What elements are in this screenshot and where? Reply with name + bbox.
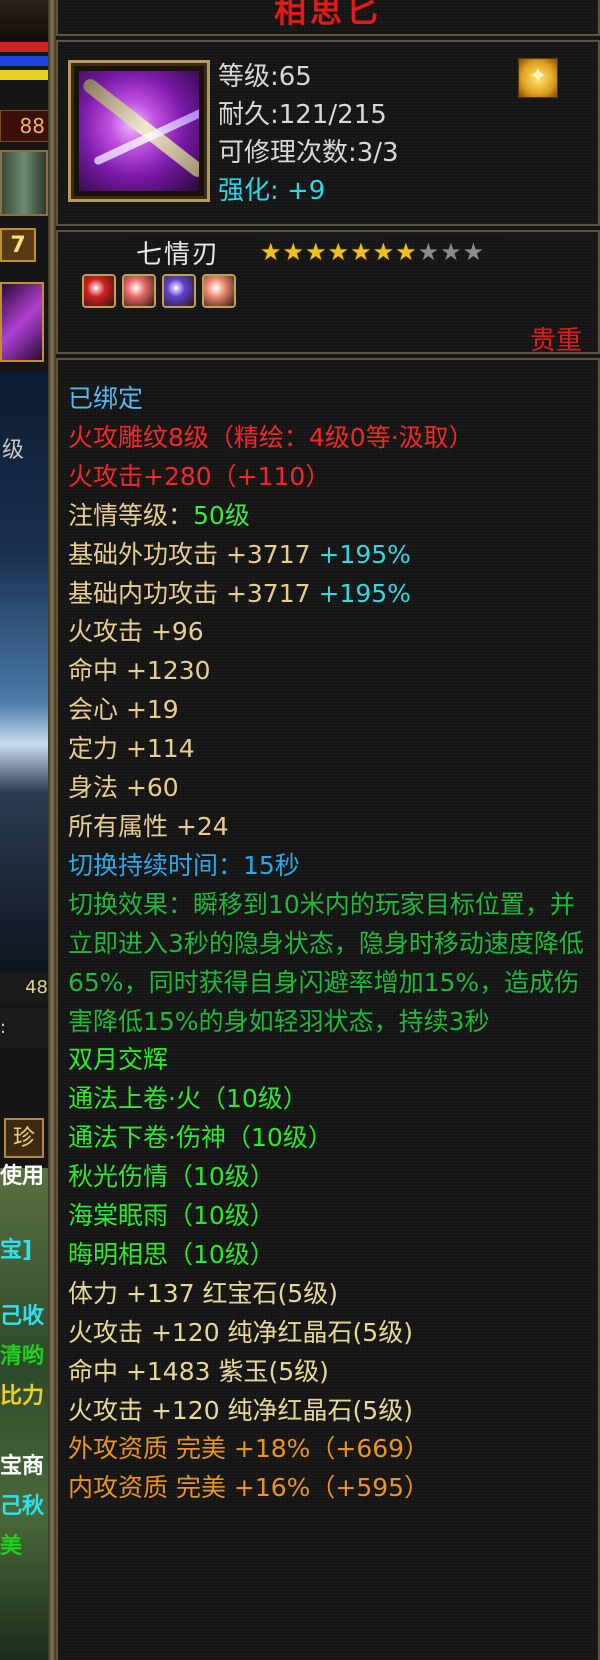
panel-divider <box>48 0 56 1660</box>
stat-label: 基础外功攻击 +3717 <box>68 539 319 569</box>
mp-bar <box>0 56 48 66</box>
star-icon: ★ <box>282 238 306 266</box>
gold-emblem-icon: ✦ <box>518 58 558 98</box>
weapon-slot-icon[interactable] <box>0 282 44 362</box>
map-text: 比力 <box>0 1384 45 1409</box>
rarity-label: 贵重 <box>529 326 582 356</box>
hp-bar <box>0 42 48 52</box>
stat-line: 命中 +1483 紫玉(5级) <box>68 1356 329 1386</box>
stat-line: 火攻雕纹8级（精绘：4级0等·汲取） <box>68 422 474 452</box>
stat-line: 体力 +137 红宝石(5级) <box>68 1278 338 1308</box>
stat-line: 基础外功攻击 +3717 +195% <box>68 536 598 575</box>
stat-line: 切换效果：瞬移到10米内的玩家目标位置，并立即进入3秒的隐身状态，隐身时移动速度… <box>68 889 584 1036</box>
stat-value: +195% <box>318 539 411 569</box>
stat-line: 内攻资质 完美 +16%（+595） <box>68 1473 430 1503</box>
pink-gem-icon <box>202 274 236 308</box>
stat-row-2: : <box>0 1008 48 1048</box>
stat-line: 注情等级：50级 <box>68 497 598 536</box>
item-level: 等级:65 <box>218 62 312 92</box>
item-tooltip: 相思匕 等级:65 耐久:121/215 可修理次数:3/3 强化: +9 ✦ … <box>56 0 600 1660</box>
map-text: 使用 <box>0 1164 45 1189</box>
star-icon: ★ <box>395 238 418 266</box>
gem-slots <box>82 274 242 312</box>
stat-line: 秋光伤情（10级） <box>68 1162 275 1192</box>
star-icon: ★ <box>305 238 328 266</box>
hotkey-button[interactable]: 7 <box>0 228 36 262</box>
stat-line: 晦明相思（10级） <box>68 1239 275 1269</box>
item-name: 七情刃 <box>136 240 221 270</box>
treasure-tab[interactable]: 珍 <box>4 1118 44 1158</box>
stat-line: 双月交辉 <box>68 1045 169 1075</box>
status-bars <box>0 42 48 84</box>
party-portraits[interactable] <box>0 150 48 216</box>
scene-text: 级 <box>2 438 25 463</box>
stat-line: 会心 +19 <box>68 695 179 725</box>
red-gem-icon <box>82 274 116 308</box>
minimap[interactable]: 使用 宝] 己收 清哟 比力 宝商 己秋 美 <box>0 1164 48 1660</box>
stats-section: 已绑定火攻雕纹8级（精绘：4级0等·汲取） 火攻击+280（+110） 注情等级：5… <box>56 358 600 1660</box>
stat-line: 已绑定 <box>68 384 144 413</box>
stat-line: 基础内功攻击 +3717 +195% <box>68 575 598 614</box>
info-section: 等级:65 耐久:121/215 可修理次数:3/3 强化: +9 ✦ <box>56 40 600 226</box>
game-side-strip: 88 7 级 48 : 珍 使用 宝] 己收 清哟 比力 宝商 己秋 美 <box>0 0 48 1660</box>
star-icon: ★ <box>327 238 351 266</box>
name-section: 七情刃 ★★★★★★★★★★ 贵重 <box>56 230 600 356</box>
item-repairs: 可修理次数:3/3 <box>218 138 399 168</box>
stat-line: 定力 +114 <box>68 734 195 764</box>
star-icon: ★ <box>260 238 283 266</box>
pink-gem-icon <box>122 274 156 308</box>
star-icon: ★ <box>462 238 486 266</box>
dagger-icon <box>79 71 199 191</box>
purple-gem-icon <box>162 274 196 308</box>
stat-line: 外攻资质 完美 +18%（+669） <box>68 1434 430 1464</box>
map-text: 美 <box>0 1534 23 1559</box>
map-text: 己收 <box>0 1304 45 1329</box>
item-enhance: 强化: +9 <box>218 176 326 206</box>
item-title: 相思匕 <box>273 0 382 30</box>
map-text: 宝] <box>0 1238 33 1263</box>
side-frame-top <box>0 0 48 40</box>
stat-line: 命中 +1230 <box>68 656 211 686</box>
map-text: 清哟 <box>0 1344 45 1369</box>
game-scene[interactable]: 级 <box>0 372 48 972</box>
item-durability: 耐久:121/215 <box>218 100 387 130</box>
stat-line: 通法下卷·伤神（10级） <box>68 1123 333 1153</box>
stat-line: 火攻击 +120 纯净红晶石(5级) <box>68 1317 413 1347</box>
stat-line: 所有属性 +24 <box>68 811 229 841</box>
stat-value: 50级 <box>193 500 250 530</box>
stat-line: 身法 +60 <box>68 773 179 803</box>
map-text: 宝商 <box>0 1454 45 1479</box>
star-icon: ★ <box>372 238 396 266</box>
stat-row: 48 <box>0 972 48 1004</box>
star-rating: ★★★★★★★★★★ <box>260 238 485 266</box>
title-section: 相思匕 <box>56 0 600 36</box>
stat-line: 火攻击 +96 <box>68 617 204 647</box>
star-icon: ★ <box>417 238 441 266</box>
item-icon <box>68 60 210 202</box>
stat-label: 基础内功攻击 +3717 <box>68 578 319 608</box>
player-level: 88 <box>0 110 48 142</box>
stat-value: +195% <box>318 578 411 608</box>
stat-label: 注情等级： <box>68 500 194 530</box>
star-icon: ★ <box>440 238 463 266</box>
stat-line: 切换持续时间：15秒 <box>68 850 300 880</box>
exp-bar <box>0 70 48 80</box>
stat-line: 通法上卷·火（10级） <box>68 1084 308 1114</box>
stat-list: 已绑定火攻雕纹8级（精绘：4级0等·汲取） 火攻击+280（+110） 注情等级：5… <box>68 380 598 1508</box>
star-icon: ★ <box>350 238 373 266</box>
map-text: 己秋 <box>0 1494 45 1519</box>
stat-line: 海棠眠雨（10级） <box>68 1201 275 1231</box>
stat-line: 火攻击 +120 纯净红晶石(5级) <box>68 1395 413 1425</box>
stat-line: 火攻击+280（+110） <box>68 461 331 491</box>
